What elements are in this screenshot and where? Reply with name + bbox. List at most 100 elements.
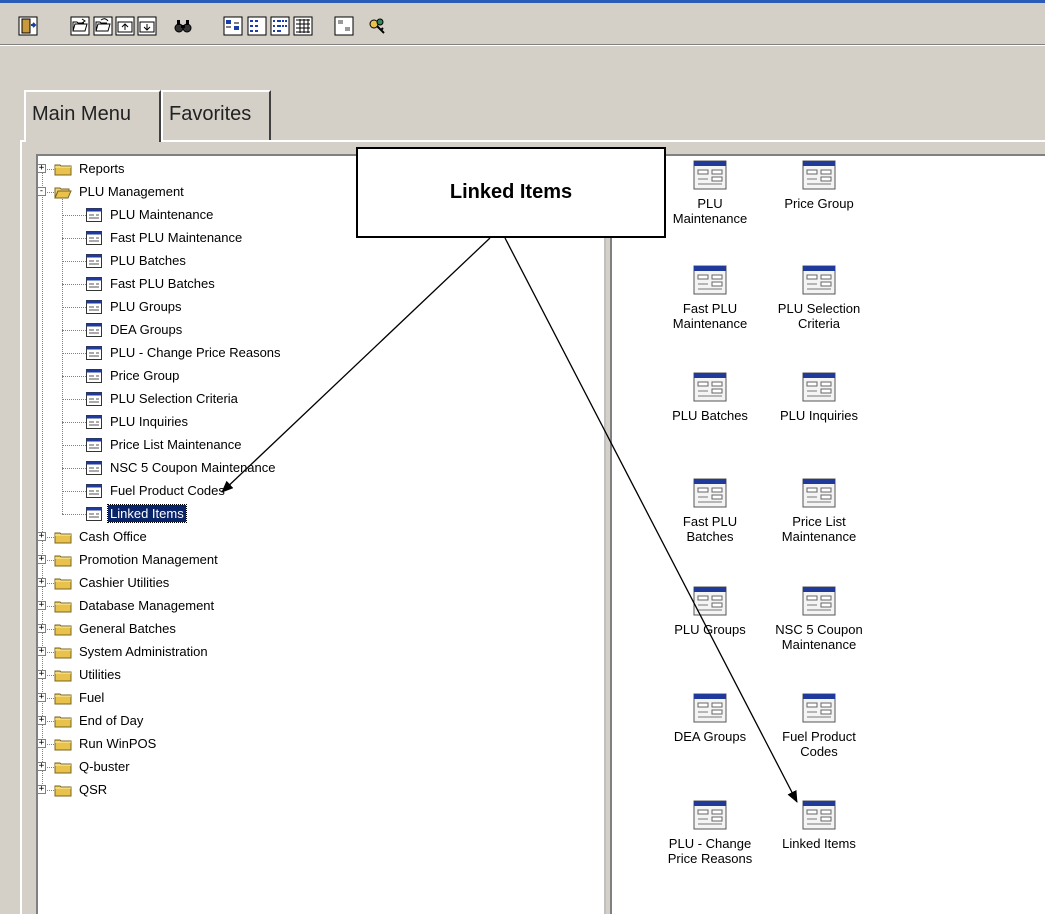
exit-icon[interactable] bbox=[18, 16, 38, 36]
find-icon[interactable] bbox=[173, 16, 193, 36]
tree-leaf-item[interactable]: Price List Maintenance bbox=[86, 433, 244, 456]
folder-icon bbox=[54, 716, 72, 727]
tree-folder-item[interactable]: System Administration bbox=[54, 640, 210, 663]
tree-leaf-item[interactable]: PLU - Change Price Reasons bbox=[86, 341, 283, 364]
down-folder-icon[interactable] bbox=[137, 16, 157, 36]
tree-folder-item[interactable]: Utilities bbox=[54, 663, 123, 686]
expand-toggle[interactable]: + bbox=[37, 784, 46, 794]
expand-toggle[interactable]: + bbox=[37, 761, 46, 771]
expand-toggle[interactable]: + bbox=[37, 692, 46, 702]
form-icon bbox=[802, 693, 836, 723]
icon-view-item[interactable]: Price Group bbox=[769, 160, 869, 211]
tree-connector-line bbox=[62, 513, 86, 515]
tree-folder-item[interactable]: Reports bbox=[54, 157, 127, 180]
expand-toggle[interactable]: + bbox=[37, 600, 46, 610]
small-icons-view-icon[interactable] bbox=[247, 16, 267, 36]
tab-favorites[interactable]: Favorites bbox=[161, 90, 271, 140]
icon-label: Maintenance bbox=[672, 316, 748, 331]
details-view-icon[interactable] bbox=[293, 16, 313, 36]
icon-view-item[interactable]: Linked Items bbox=[769, 800, 869, 851]
open-folder-icon[interactable] bbox=[70, 16, 90, 36]
tree-leaf-item[interactable]: PLU Batches bbox=[86, 249, 188, 272]
icon-view-item[interactable]: Price List Maintenance bbox=[769, 478, 869, 544]
tree-leaf-item[interactable]: Fast PLU Maintenance bbox=[86, 226, 244, 249]
tree-folder-item[interactable]: Cashier Utilities bbox=[54, 571, 171, 594]
tree-item-label: PLU Management bbox=[79, 184, 184, 199]
folder-icon bbox=[54, 739, 72, 750]
tree-item-label: Reports bbox=[79, 161, 125, 176]
security-keys-icon[interactable] bbox=[367, 16, 387, 36]
tree-item-label: System Administration bbox=[79, 644, 208, 659]
tree-leaf-item[interactable]: PLU Groups bbox=[86, 295, 184, 318]
expand-toggle[interactable]: + bbox=[37, 163, 46, 173]
form-icon bbox=[693, 693, 727, 723]
icon-view-item[interactable]: PLU Selection Criteria bbox=[769, 265, 869, 331]
collapse-toggle[interactable]: - bbox=[37, 186, 46, 196]
form-icon bbox=[802, 800, 836, 830]
folder-icon bbox=[54, 785, 72, 796]
large-icons-view-icon[interactable] bbox=[223, 16, 243, 36]
tree-leaf-item[interactable]: PLU Maintenance bbox=[86, 203, 215, 226]
expand-toggle[interactable]: + bbox=[37, 669, 46, 679]
form-icon bbox=[86, 207, 102, 222]
tree-leaf-item[interactable]: NSC 5 Coupon Maintenance bbox=[86, 456, 278, 479]
form-icon bbox=[86, 391, 102, 406]
tree-folder-item[interactable]: Promotion Management bbox=[54, 548, 220, 571]
tree-item-label: Database Management bbox=[79, 598, 215, 613]
up-folder-icon[interactable] bbox=[115, 16, 135, 36]
tree-item-label: Price List Maintenance bbox=[110, 437, 242, 452]
expand-toggle[interactable]: + bbox=[37, 554, 46, 564]
expand-toggle[interactable]: + bbox=[37, 577, 46, 587]
form-icon bbox=[86, 345, 102, 360]
icon-view-item[interactable]: DEA Groups bbox=[660, 693, 760, 744]
icon-view-item[interactable]: Fuel Product Codes bbox=[769, 693, 869, 759]
tree-item-label: Q-buster bbox=[79, 759, 130, 774]
tree-connector-line bbox=[62, 260, 86, 262]
icon-label: PLU bbox=[697, 196, 723, 211]
tree-folder-item[interactable]: Run WinPOS bbox=[54, 732, 158, 755]
callout-text: Linked Items bbox=[449, 181, 573, 203]
tree-folder-item[interactable]: Cash Office bbox=[54, 525, 149, 548]
tree-folder-item[interactable]: End of Day bbox=[54, 709, 145, 732]
tree-folder-item[interactable]: PLU Management bbox=[54, 180, 186, 203]
tree-folder-item[interactable]: QSR bbox=[54, 778, 109, 801]
tree-leaf-item[interactable]: PLU Inquiries bbox=[86, 410, 190, 433]
form-icon bbox=[86, 276, 102, 291]
tree-connector-line bbox=[62, 199, 63, 514]
expand-toggle[interactable]: + bbox=[37, 715, 46, 725]
open-folder-alt-icon[interactable] bbox=[93, 16, 113, 36]
tree-item-label: PLU Batches bbox=[110, 253, 186, 268]
tree-leaf-item[interactable]: Fast PLU Batches bbox=[86, 272, 217, 295]
expand-toggle[interactable]: + bbox=[37, 646, 46, 656]
expand-toggle[interactable]: + bbox=[37, 531, 46, 541]
tab-main-menu[interactable]: Main Menu bbox=[24, 90, 161, 142]
expand-toggle[interactable]: + bbox=[37, 738, 46, 748]
tree-folder-item[interactable]: Database Management bbox=[54, 594, 216, 617]
tree-leaf-item[interactable]: Linked Items bbox=[86, 502, 187, 525]
tree-connector-line bbox=[62, 444, 86, 446]
icon-view-item[interactable]: PLU Batches bbox=[660, 372, 760, 423]
tile-view-icon[interactable] bbox=[334, 16, 354, 36]
tree-leaf-item[interactable]: Price Group bbox=[86, 364, 181, 387]
icon-view-item[interactable]: PLU Groups bbox=[660, 586, 760, 637]
tree-leaf-item[interactable]: Fuel Product Codes bbox=[86, 479, 227, 502]
icon-label: Maintenance bbox=[781, 529, 857, 544]
tree-folder-item[interactable]: Fuel bbox=[54, 686, 106, 709]
tree-leaf-item[interactable]: DEA Groups bbox=[86, 318, 184, 341]
tree-leaf-item[interactable]: PLU Selection Criteria bbox=[86, 387, 240, 410]
form-icon bbox=[86, 483, 102, 498]
icon-view-item[interactable]: Fast PLU Maintenance bbox=[660, 265, 760, 331]
icon-label: Price Reasons bbox=[667, 851, 753, 866]
icon-view-item[interactable]: PLU Inquiries bbox=[769, 372, 869, 423]
icon-view-item[interactable]: Fast PLU Batches bbox=[660, 478, 760, 544]
icon-label: PLU Inquiries bbox=[779, 408, 859, 423]
icon-view-item[interactable]: PLU Maintenance bbox=[660, 160, 760, 226]
tree-folder-item[interactable]: General Batches bbox=[54, 617, 178, 640]
tree-folder-item[interactable]: Q-buster bbox=[54, 755, 132, 778]
list-view-icon[interactable] bbox=[270, 16, 290, 36]
tree-connector-line bbox=[62, 490, 86, 492]
icon-view-item[interactable]: NSC 5 Coupon Maintenance bbox=[769, 586, 869, 652]
expand-toggle[interactable]: + bbox=[37, 623, 46, 633]
tree-item-label: Run WinPOS bbox=[79, 736, 157, 751]
icon-view-item[interactable]: PLU - Change Price Reasons bbox=[660, 800, 760, 866]
